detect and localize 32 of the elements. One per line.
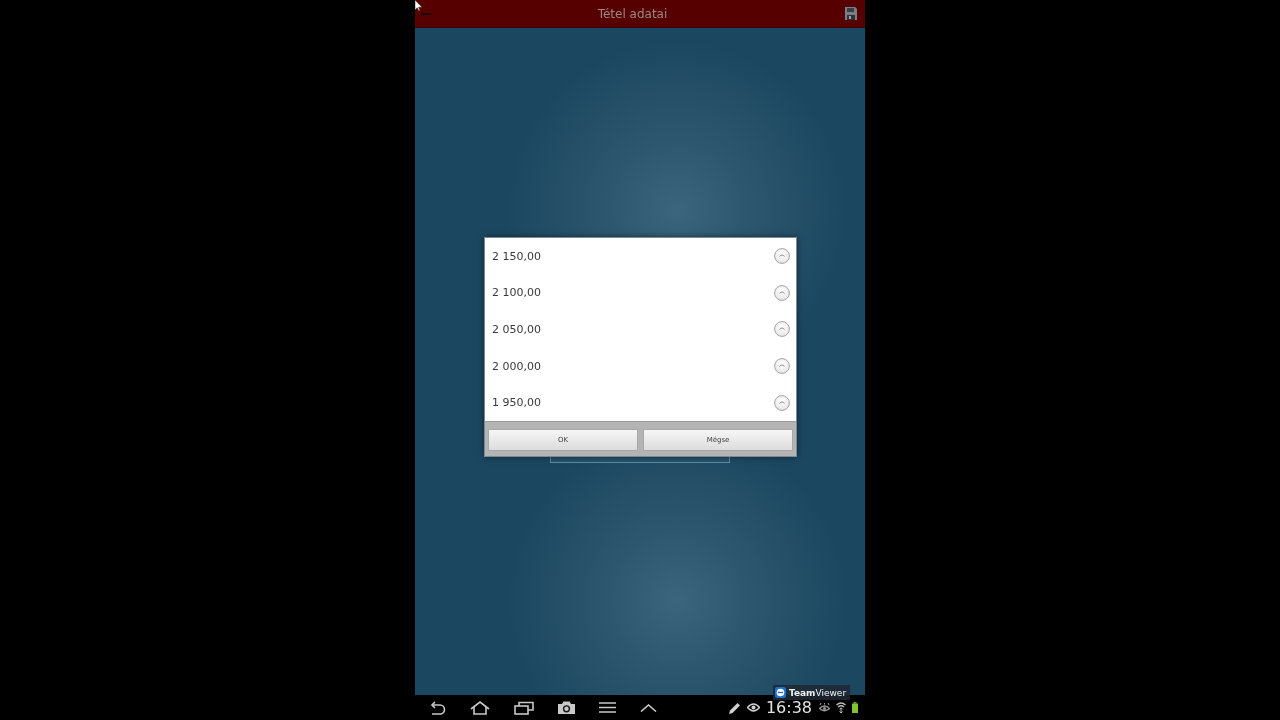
eye-icon	[819, 703, 830, 712]
option-row[interactable]: 2 150,00	[485, 238, 796, 275]
option-row[interactable]: 2 050,00	[485, 311, 796, 348]
badge-label: TeamViewer	[789, 687, 847, 698]
pencil-icon	[728, 701, 741, 714]
radio-button[interactable]	[774, 394, 790, 411]
radio-button[interactable]	[774, 321, 790, 338]
caret-up-icon[interactable]	[640, 703, 657, 712]
camera-icon[interactable]	[558, 701, 575, 714]
back-icon[interactable]	[428, 700, 446, 715]
screen-title: Tétel adatai	[596, 6, 669, 21]
option-label: 1 950,00	[492, 396, 541, 410]
radio-button[interactable]	[774, 248, 790, 265]
remote-session-icon	[775, 687, 786, 698]
option-row[interactable]: 2 000,00	[485, 347, 796, 385]
recent-apps-icon[interactable]	[514, 700, 534, 715]
option-row[interactable]: 1 950,00	[485, 384, 796, 421]
radio-button[interactable]	[774, 358, 790, 375]
option-label: 2 100,00	[492, 286, 541, 300]
option-label: 2 150,00	[492, 249, 541, 263]
option-label: 2 000,00	[492, 359, 541, 373]
radio-button[interactable]	[774, 284, 790, 301]
option-label: 2 050,00	[492, 323, 541, 336]
home-icon[interactable]	[470, 700, 490, 715]
option-row[interactable]: 2 100,00	[485, 274, 796, 312]
menu-icon[interactable]	[599, 702, 616, 713]
eye-icon	[746, 703, 760, 712]
clock-time: 16:38	[765, 698, 812, 717]
cursor-icon	[415, 0, 422, 11]
wifi-icon	[836, 702, 846, 713]
battery-icon	[852, 702, 858, 713]
save-icon[interactable]	[845, 7, 857, 20]
